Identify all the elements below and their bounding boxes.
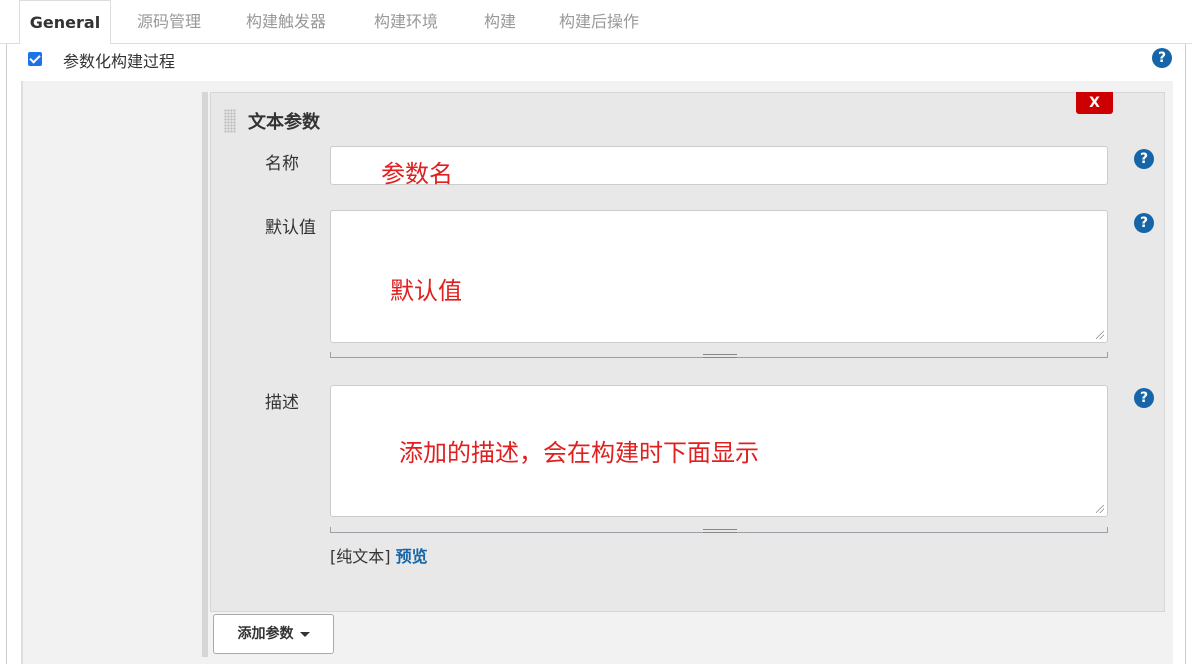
param-side-bar — [202, 92, 208, 657]
expander-grip-icon[interactable] — [703, 354, 737, 358]
name-help-icon[interactable]: ? — [1134, 149, 1154, 169]
resize-handle-icon[interactable] — [1096, 505, 1104, 513]
parameterized-build-row — [7, 44, 1185, 80]
help-icon[interactable]: ? — [1152, 48, 1172, 68]
name-input-value: 参数名 — [381, 160, 453, 188]
default-value-text: 默认值 — [390, 277, 462, 305]
tab-build[interactable]: 构建 — [484, 0, 516, 44]
panel-right-border — [1185, 44, 1186, 664]
default-value-help-icon[interactable]: ? — [1134, 213, 1154, 233]
add-parameter-button[interactable]: 添加参数 — [213, 614, 334, 654]
tab-post-build-actions[interactable]: 构建后操作 — [559, 0, 639, 44]
panel-left-border — [6, 44, 7, 664]
tab-bar: General 源码管理 构建触发器 构建环境 构建 构建后操作 — [0, 0, 1192, 45]
delete-parameter-button[interactable]: X — [1076, 92, 1113, 114]
description-label: 描述 — [265, 393, 299, 413]
drag-grip-icon[interactable] — [224, 109, 236, 133]
description-textarea[interactable]: 添加的描述，会在构建时下面显示 — [330, 385, 1108, 517]
tab-source-management[interactable]: 源码管理 — [137, 0, 201, 44]
preview-link[interactable]: 预览 — [396, 547, 428, 566]
plain-text-label: [纯文本] — [330, 547, 391, 566]
resize-handle-icon[interactable] — [1096, 331, 1104, 339]
description-text: 添加的描述，会在构建时下面显示 — [399, 439, 759, 467]
default-value-textarea[interactable]: 默认值 — [330, 210, 1108, 343]
tab-build-triggers[interactable]: 构建触发器 — [246, 0, 326, 44]
default-value-label: 默认值 — [265, 218, 316, 238]
expander-grip-icon[interactable] — [703, 529, 737, 533]
markup-format: [纯文本] 预览 — [330, 543, 428, 567]
body-left-border — [21, 81, 23, 664]
tab-build-environment[interactable]: 构建环境 — [374, 0, 438, 44]
description-help-icon[interactable]: ? — [1134, 388, 1154, 408]
parameter-type-title: 文本参数 — [248, 112, 320, 133]
caret-down-icon — [299, 631, 310, 637]
parameterized-build-checkbox[interactable] — [28, 52, 42, 66]
name-label: 名称 — [265, 154, 299, 174]
tab-general[interactable]: General — [19, 0, 111, 45]
parameterized-build-label: 参数化构建过程 — [63, 52, 176, 71]
name-input[interactable]: 参数名 — [330, 146, 1108, 188]
add-parameter-label: 添加参数 — [237, 626, 294, 642]
